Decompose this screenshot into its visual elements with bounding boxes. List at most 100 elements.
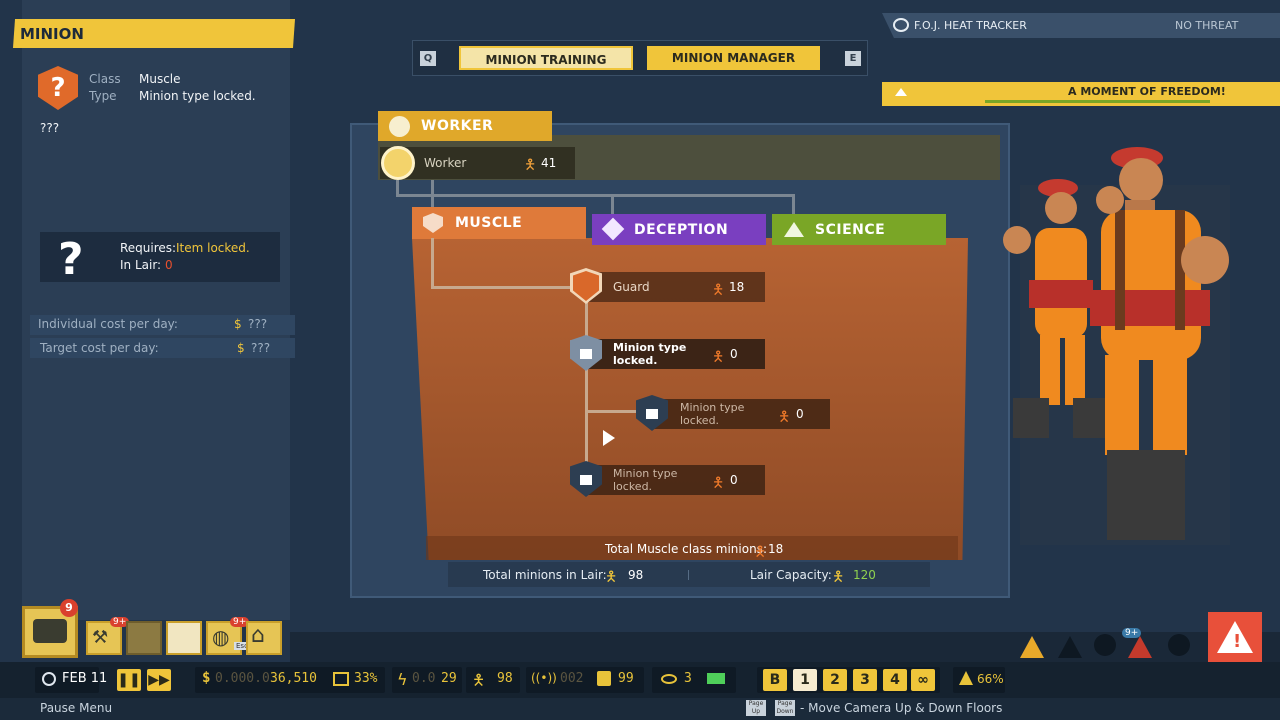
vault-icon: [333, 672, 349, 686]
locked-node-1-count: 0: [730, 347, 738, 361]
minion-panel-title: MINION: [20, 25, 84, 43]
key-hint-q: Q: [420, 51, 436, 66]
question-mark-icon: ?: [58, 234, 84, 285]
clock-icon: [42, 672, 56, 686]
requires-value: Item locked.: [176, 241, 250, 255]
dollar-icon: $: [202, 670, 211, 686]
notification-badge: 9+: [1122, 628, 1142, 638]
radar-icon[interactable]: [1094, 634, 1116, 656]
tab-minion-training[interactable]: MINION TRAINING: [459, 46, 633, 70]
alarm-button[interactable]: !: [1208, 612, 1262, 666]
worker-node-count: 41: [541, 156, 557, 170]
eye-value: 3: [684, 671, 692, 686]
floor-button-4[interactable]: 4: [883, 669, 907, 691]
globe-icon: ◍: [212, 625, 230, 649]
fast-forward-button[interactable]: ▶▶: [147, 669, 171, 691]
flask-icon: [959, 671, 973, 685]
class-total-value: 18: [768, 542, 784, 556]
worker-tab-label: WORKER: [421, 118, 494, 134]
minion-icon: 🯅: [712, 349, 725, 365]
freedom-progress: [985, 100, 1210, 103]
minion-icon: 🯅: [524, 157, 537, 173]
page-down-key: Page Down: [775, 700, 795, 716]
target-cost-value: ???: [251, 341, 271, 355]
date-value: FEB 11: [62, 671, 108, 686]
locked-node-3-label: Minion type locked.: [613, 467, 678, 493]
guard-node-count: 18: [729, 280, 745, 294]
signal-dim-digits: 002: [560, 671, 584, 686]
locked-node-2-count: 0: [796, 407, 804, 421]
dock-minion-button[interactable]: [126, 621, 162, 655]
page-up-key: Page Up: [746, 700, 766, 716]
science-tab-label: SCIENCE: [815, 222, 886, 238]
science-percent: 66%: [977, 672, 1004, 686]
individual-cost-value: ???: [248, 317, 268, 331]
locked-node-1-label: Minion type locked.: [613, 341, 687, 367]
mouse-cursor: [603, 430, 615, 446]
heat-status: NO THREAT: [1175, 19, 1239, 32]
home-icon: ⌂: [251, 623, 265, 648]
money-percent: 33%: [354, 671, 378, 686]
worker-node-label: Worker: [424, 156, 467, 170]
minion-count-value: 98: [497, 671, 513, 686]
hard-hat-icon: [381, 146, 415, 180]
class-value: Muscle: [139, 72, 181, 86]
eye-icon: [661, 674, 677, 684]
triangle-up-icon: [895, 88, 907, 96]
signal-icon: ((•)): [531, 671, 557, 685]
floor-button-2[interactable]: 2: [823, 669, 847, 691]
in-lair-label: In Lair:: [120, 258, 162, 272]
floor-button-3[interactable]: 3: [853, 669, 877, 691]
worker-class-icon: [389, 116, 410, 137]
dock-henchman-button[interactable]: [166, 621, 202, 655]
signal-value: 99: [618, 671, 634, 686]
minion-description: ???: [40, 121, 60, 135]
guard-node-label: Guard: [613, 280, 650, 294]
class-total-label: Total Muscle class minions:: [605, 542, 767, 556]
lair-capacity-value: 120: [853, 568, 876, 582]
target-cost-currency: $: [237, 341, 245, 355]
minion-icon: 🯅: [472, 671, 486, 689]
floor-button-b[interactable]: B: [763, 669, 787, 691]
eye-icon: [893, 18, 909, 32]
class-label: Class: [89, 72, 121, 86]
minion-icon: 🯅: [832, 569, 845, 585]
connector-line: [792, 194, 795, 214]
heat-tracker-title: F.O.J. HEAT TRACKER: [914, 19, 1027, 32]
binoculars-button[interactable]: ∞: [911, 669, 935, 691]
muscle-minions-portrait: [1003, 147, 1229, 540]
lair-capacity-label: Lair Capacity:: [750, 568, 832, 582]
tab-minion-manager[interactable]: MINION MANAGER: [647, 46, 820, 70]
target-cost-label: Target cost per day:: [40, 341, 159, 355]
individual-cost-label: Individual cost per day:: [38, 317, 178, 331]
minion-icon: 🯅: [712, 475, 725, 491]
lair-total-label: Total minions in Lair:: [483, 568, 607, 582]
pause-button[interactable]: ❚❚: [117, 669, 141, 691]
power-dim-digits: 0.0: [412, 671, 436, 686]
connector-line: [585, 410, 640, 413]
money-dim-digits: 0.000.0: [215, 671, 270, 686]
connector-line: [431, 286, 581, 289]
connector-line: [396, 194, 794, 197]
connector-line: [431, 180, 434, 210]
minion-icon: 🯅: [605, 569, 618, 585]
heat-alert-icon[interactable]: [1128, 636, 1152, 658]
fuel-icon: [597, 671, 611, 686]
minion-icon: 🯅: [778, 409, 791, 425]
alert-icon[interactable]: [1058, 636, 1082, 658]
truck-icon: [707, 673, 725, 684]
lair-total-value: 98: [628, 568, 644, 582]
lightning-icon: ϟ: [397, 670, 408, 689]
hammer-wrench-icon: ⚒: [92, 627, 109, 648]
triangle-flask-icon: [784, 222, 804, 237]
type-label: Type: [89, 89, 117, 103]
pause-menu-hint[interactable]: Pause Menu: [40, 701, 112, 715]
money-value: 36,510: [270, 671, 317, 686]
gear-icon[interactable]: [1168, 634, 1190, 656]
locked-node-2-label: Minion type locked.: [680, 401, 745, 427]
camera-floor-hint: - Move Camera Up & Down Floors: [800, 701, 1003, 715]
muscle-tab-label: MUSCLE: [455, 215, 523, 231]
warning-icon[interactable]: [1020, 636, 1044, 658]
floor-button-1[interactable]: 1: [793, 669, 817, 691]
deception-tab-label: DECEPTION: [634, 222, 729, 238]
